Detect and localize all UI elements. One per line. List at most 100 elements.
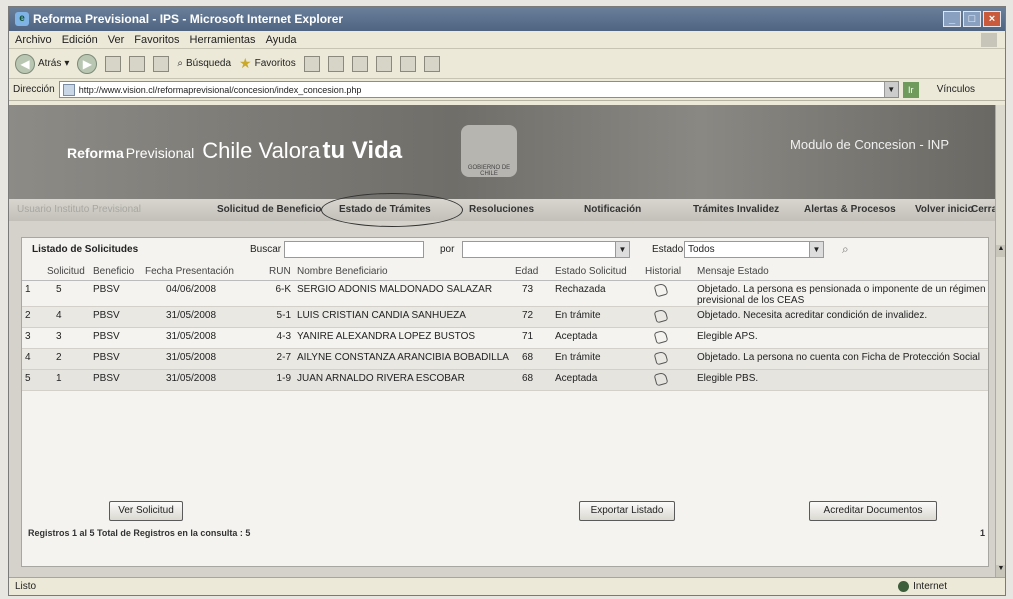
forward-button[interactable]: ▶ — [77, 53, 98, 74]
vertical-scrollbar[interactable]: ▲ ▼ — [995, 105, 1005, 577]
cell-estado: Aceptada — [552, 369, 642, 391]
cell-historial[interactable] — [642, 348, 694, 370]
cell-run: 1-9 — [266, 369, 294, 391]
close-button[interactable]: × — [983, 11, 1001, 27]
mail-icon[interactable] — [327, 55, 344, 72]
chevron-down-icon[interactable]: ▼ — [615, 242, 629, 257]
nav-solicitud[interactable]: Solicitud de Beneficio — [217, 204, 321, 215]
table-row[interactable]: 2 4 PBSV 31/05/2008 5-1 LUIS CRISTIAN CA… — [22, 306, 988, 328]
menu-herramientas[interactable]: Herramientas — [190, 34, 256, 46]
por-select[interactable]: ▼ — [462, 241, 630, 258]
cell-estado: Rechazada — [552, 280, 642, 307]
slogan-chile-valora: Chile Valora — [202, 138, 321, 163]
table-row[interactable]: 4 2 PBSV 31/05/2008 2-7 AILYNE CONSTANZA… — [22, 348, 988, 370]
history-icon[interactable] — [653, 308, 669, 323]
buscar-input[interactable] — [284, 241, 424, 258]
cell-mensaje: Objetado. La persona no cuenta con Ficha… — [694, 348, 988, 370]
estado-label: Estado — [652, 244, 684, 255]
search-button[interactable]: ⌕ Búsqueda — [177, 58, 231, 69]
estado-value: Todos — [688, 244, 715, 255]
cell-nombre: YANIRE ALEXANDRA LOPEZ BUSTOS — [294, 327, 512, 349]
messenger-icon[interactable] — [423, 55, 440, 72]
row-index: 5 — [22, 369, 44, 391]
links-label[interactable]: Vínculos — [937, 84, 975, 95]
cell-historial[interactable] — [642, 306, 694, 328]
nav-volver-inicio[interactable]: Volver inicio — [915, 204, 974, 215]
cell-estado: En trámite — [552, 348, 642, 370]
address-input[interactable]: http://www.vision.cl/reformaprevisional/… — [58, 81, 899, 98]
row-index: 1 — [22, 280, 44, 307]
history-icon[interactable] — [653, 282, 669, 297]
col-nombre: Nombre Beneficiario — [294, 264, 512, 281]
cell-mensaje: Elegible PBS. — [694, 369, 988, 391]
favorites-button[interactable]: ★ Favoritos — [239, 55, 296, 72]
government-seal: GOBIERNO DE CHILE — [461, 125, 517, 177]
nav-resoluciones[interactable]: Resoluciones — [469, 204, 534, 215]
page-content: Reforma Previsional Chile Valora tu Vida… — [9, 105, 1001, 577]
back-arrow-icon: ◀ — [15, 53, 35, 74]
table-row[interactable]: 1 5 PBSV 04/06/2008 6-K SERGIO ADONIS MA… — [22, 280, 988, 307]
go-button[interactable]: Ir — [902, 81, 919, 98]
scroll-up-icon[interactable]: ▲ — [996, 245, 1005, 257]
cell-historial[interactable] — [642, 369, 694, 391]
col-index — [22, 264, 44, 281]
cell-fecha: 04/06/2008 — [142, 280, 266, 307]
maximize-button[interactable]: □ — [963, 11, 981, 27]
menu-archivo[interactable]: Archivo — [15, 34, 52, 46]
table-row[interactable]: 3 3 PBSV 31/05/2008 4-3 YANIRE ALEXANDRA… — [22, 327, 988, 349]
ver-solicitud-button[interactable]: Ver Solicitud — [109, 501, 183, 521]
cell-beneficio: PBSV — [90, 327, 142, 349]
status-bar: Listo Internet — [9, 577, 1005, 595]
cell-mensaje: Elegible APS. — [694, 327, 988, 349]
page-number[interactable]: 1 — [980, 528, 985, 538]
exportar-listado-button[interactable]: Exportar Listado — [579, 501, 675, 521]
window-title: Reforma Previsional - IPS - Microsoft In… — [33, 12, 344, 26]
address-url: http://www.vision.cl/reformaprevisional/… — [78, 84, 362, 95]
nav-notificacion[interactable]: Notificación — [584, 204, 641, 215]
table-header-row: Solicitud Beneficio Fecha Presentación R… — [22, 264, 988, 281]
refresh-icon[interactable] — [129, 55, 146, 72]
print-icon[interactable] — [351, 55, 368, 72]
brand-reforma: Reforma — [67, 145, 124, 161]
cell-fecha: 31/05/2008 — [142, 369, 266, 391]
cell-historial[interactable] — [642, 327, 694, 349]
chevron-down-icon[interactable]: ▼ — [883, 82, 898, 97]
search-icon[interactable]: ⌕ — [842, 242, 856, 256]
site-nav: Usuario Instituto Previsional Solicitud … — [9, 193, 1001, 227]
history-icon[interactable] — [653, 329, 669, 344]
menu-ver[interactable]: Ver — [108, 34, 125, 46]
menu-bar: Archivo Edición Ver Favoritos Herramient… — [9, 31, 1005, 49]
solicitudes-table: Solicitud Beneficio Fecha Presentación R… — [22, 264, 988, 391]
magnifier-icon: ⌕ — [177, 58, 183, 69]
history-icon[interactable] — [653, 350, 669, 365]
edit-icon[interactable] — [375, 55, 392, 72]
row-index: 2 — [22, 306, 44, 328]
menu-favoritos[interactable]: Favoritos — [134, 34, 179, 46]
cell-edad: 73 — [512, 280, 552, 307]
discuss-icon[interactable] — [399, 55, 416, 72]
panel-title: Listado de Solicitudes — [32, 244, 139, 255]
menu-edicion[interactable]: Edición — [62, 34, 98, 46]
menu-ayuda[interactable]: Ayuda — [266, 34, 297, 46]
stop-icon[interactable] — [105, 55, 122, 72]
cell-historial[interactable] — [642, 280, 694, 307]
acreditar-documentos-button[interactable]: Acreditar Documentos — [809, 501, 937, 521]
cell-fecha: 31/05/2008 — [142, 306, 266, 328]
home-icon[interactable] — [153, 55, 170, 72]
slogan-tu-vida: tu Vida — [322, 137, 403, 164]
row-index: 4 — [22, 348, 44, 370]
back-button[interactable]: ◀ Atrás ▾ — [15, 53, 69, 74]
nav-tramites-invalidez[interactable]: Trámites Invalidez — [693, 204, 779, 215]
estado-select[interactable]: Todos ▼ — [684, 241, 824, 258]
history-icon[interactable] — [653, 371, 669, 386]
col-run: RUN — [266, 264, 294, 281]
cell-beneficio: PBSV — [90, 348, 142, 370]
minimize-button[interactable]: _ — [943, 11, 961, 27]
cell-run: 5-1 — [266, 306, 294, 328]
scroll-down-icon[interactable]: ▼ — [996, 565, 1005, 577]
nav-alertas[interactable]: Alertas & Procesos — [804, 204, 896, 215]
history-icon[interactable] — [303, 55, 320, 72]
highlight-ellipse — [321, 193, 463, 227]
chevron-down-icon[interactable]: ▼ — [809, 242, 823, 257]
table-row[interactable]: 5 1 PBSV 31/05/2008 1-9 JUAN ARNALDO RIV… — [22, 369, 988, 391]
